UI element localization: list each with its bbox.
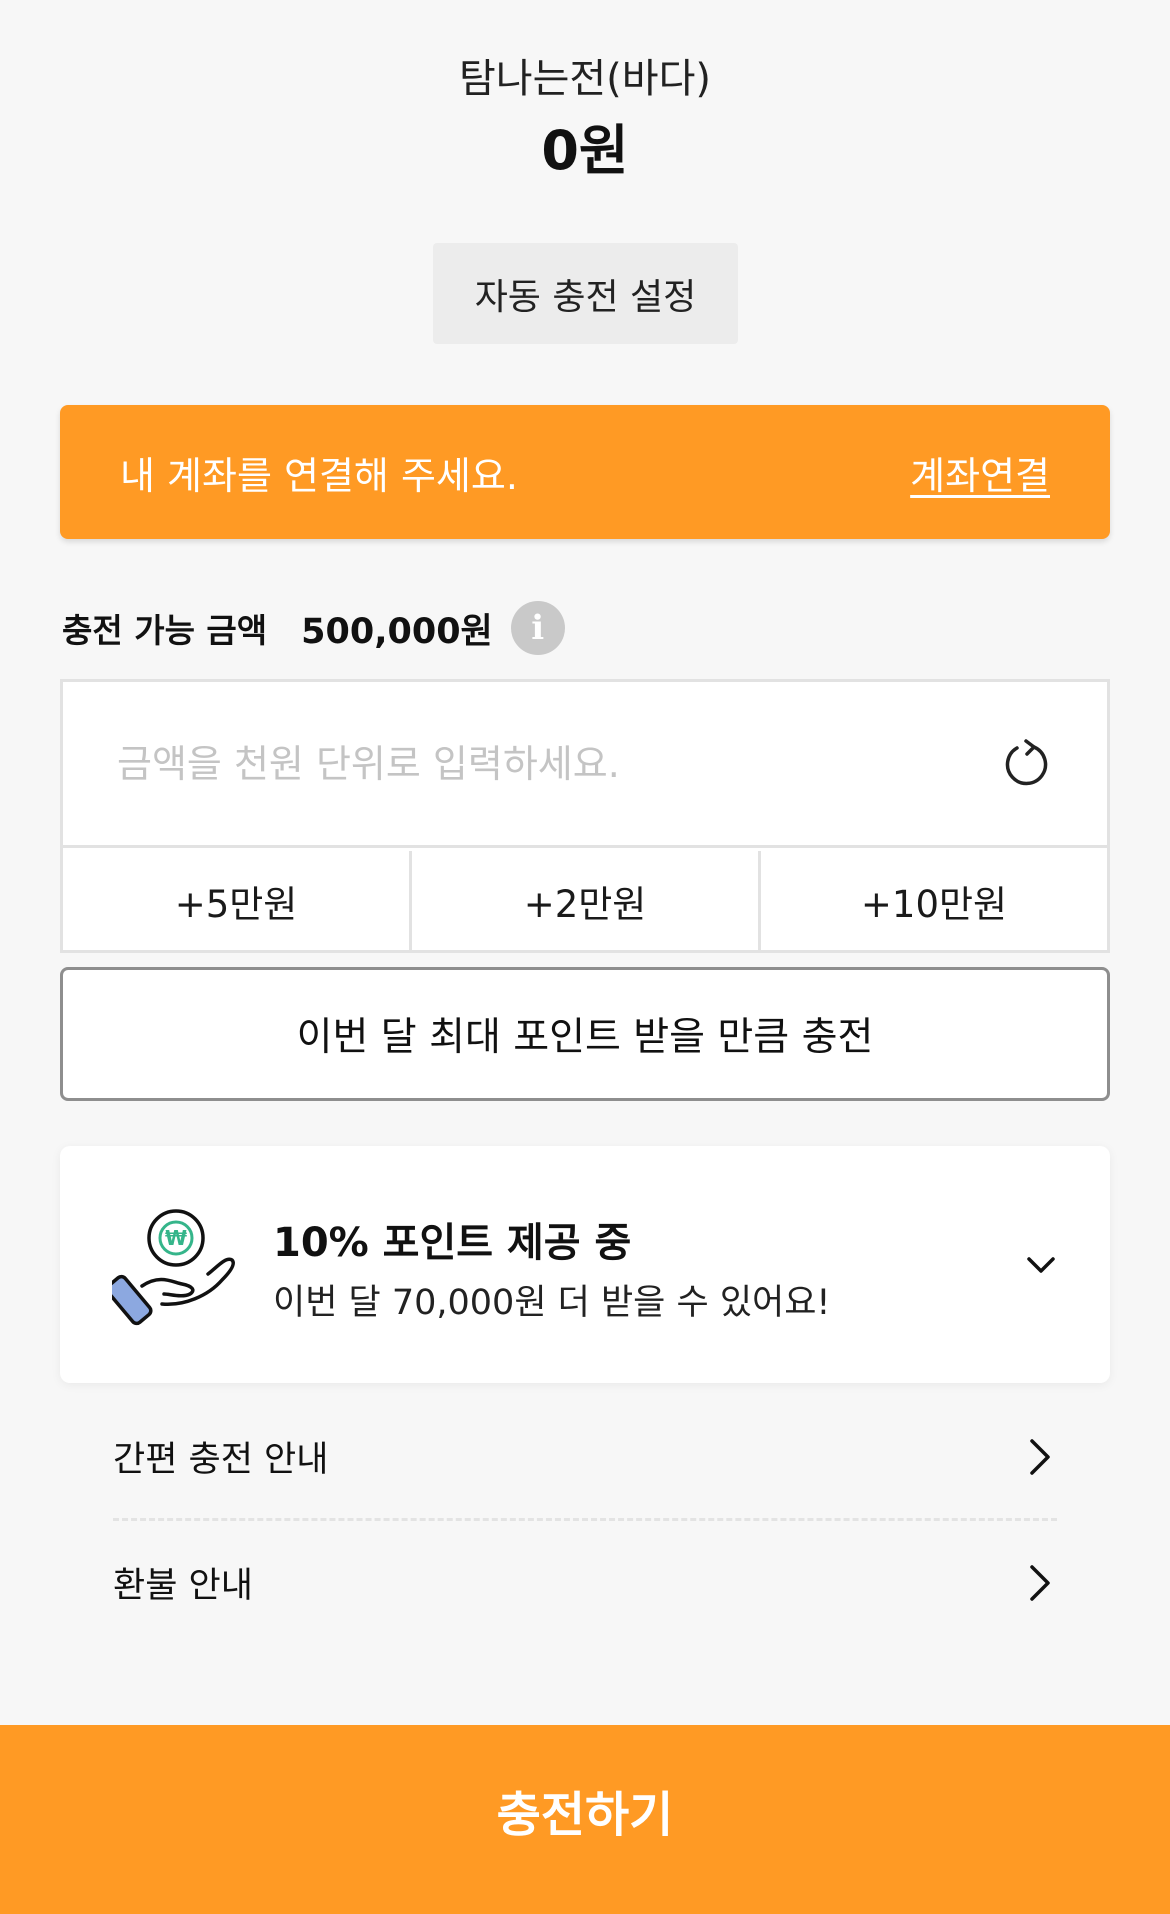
wallet-balance: 0원 <box>541 119 629 182</box>
hand-coin-icon: ₩ <box>112 1209 235 1326</box>
charge-page: 탐나는전(바다) 0원 자동 충전 설정 내 계좌를 연결해 주세요. 계좌연결… <box>0 0 1170 1914</box>
charge-limit: 충전 가능 금액 500,000원 i <box>62 600 565 656</box>
chevron-right-icon <box>1030 1564 1050 1601</box>
quick-amount-button-5[interactable]: +5만원 <box>63 851 409 950</box>
point-promo-subtitle: 이번 달 70,000원 더 받을 수 있어요! <box>273 1283 831 1323</box>
charge-limit-amount: 500,000원 <box>301 611 493 652</box>
quick-amount-button-2[interactable]: +2만원 <box>409 851 758 950</box>
wallet-name: 탐나는전(바다) <box>458 56 711 102</box>
info-item-label: 환불 안내 <box>113 1566 253 1606</box>
account-link-button[interactable]: 계좌연결 <box>910 445 1050 500</box>
info-item-refund[interactable]: 환불 안내 <box>113 1521 1057 1644</box>
amount-input[interactable] <box>63 682 999 845</box>
charge-limit-label: 충전 가능 금액 <box>62 611 268 650</box>
info-icon[interactable]: i <box>510 601 565 655</box>
svg-text:₩: ₩ <box>165 1226 187 1250</box>
point-promo-title: 10% 포인트 제공 중 <box>273 1220 632 1266</box>
amount-row <box>63 682 1107 848</box>
charge-button[interactable]: 충전하기 <box>0 1725 1170 1914</box>
quick-amount-button-10[interactable]: +10만원 <box>758 851 1107 950</box>
account-link-message: 내 계좌를 연결해 주세요. <box>120 453 518 498</box>
info-item-label: 간편 충전 안내 <box>113 1440 329 1480</box>
account-link-banner: 내 계좌를 연결해 주세요. 계좌연결 <box>60 405 1110 539</box>
amount-input-box: +5만원 +2만원 +10만원 <box>60 679 1110 953</box>
point-promo-card[interactable]: ₩ 10% 포인트 제공 중 이번 달 70,000원 더 받을 수 있어요! <box>60 1146 1110 1383</box>
info-item-easy-charge[interactable]: 간편 충전 안내 <box>113 1395 1057 1518</box>
chevron-right-icon <box>1030 1438 1050 1475</box>
max-point-charge-button[interactable]: 이번 달 최대 포인트 받을 만큼 충전 <box>60 967 1110 1101</box>
auto-charge-settings-button[interactable]: 자동 충전 설정 <box>433 243 738 344</box>
info-list: 간편 충전 안내 환불 안내 <box>113 1395 1057 1644</box>
quick-amount-row: +5만원 +2만원 +10만원 <box>63 851 1107 950</box>
chevron-down-icon[interactable] <box>1024 1248 1058 1282</box>
refresh-icon[interactable] <box>999 737 1053 791</box>
